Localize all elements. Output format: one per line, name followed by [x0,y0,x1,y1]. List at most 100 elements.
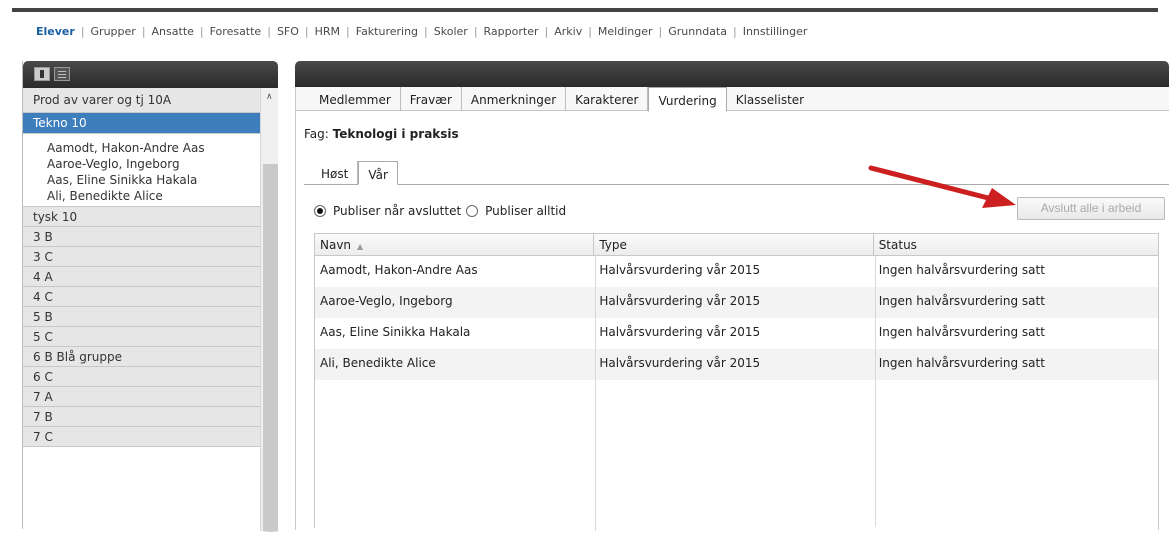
student-item[interactable]: Ali, Benedikte Alice [47,188,260,204]
group-item[interactable]: 4 A [23,267,260,287]
cell-type: Halvårsvurdering vår 2015 [599,356,761,370]
torn-edge-decoration [0,526,1169,539]
nav-separator: | [733,24,737,38]
column-divider [595,256,596,538]
nav-separator: | [267,24,271,38]
group-list: Prod av varer og tj 10A Tekno 10 Aamodt,… [23,88,260,447]
column-header-label: Navn [320,238,352,252]
group-item[interactable]: 7 B [23,407,260,427]
cell-status: Ingen halvårsvurdering satt [878,294,1045,308]
group-item[interactable]: 6 B Blå gruppe [23,347,260,367]
table-header: Navn ▲ Type Status [315,234,1158,256]
nav-separator: | [588,24,592,38]
cell-status: Ingen halvårsvurdering satt [878,356,1045,370]
nav-separator: | [80,24,85,38]
tab-var[interactable]: Vår [358,161,398,185]
column-header-type[interactable]: Type [594,234,874,256]
sort-ascending-icon: ▲ [357,242,364,251]
nav-item-foresatte[interactable]: Foresatte [210,25,262,38]
group-list-scrollbar[interactable]: ∧ [260,88,278,539]
nav-separator: | [304,24,309,38]
cell-status: Ingen halvårsvurdering satt [878,263,1045,277]
nav-item-skoler[interactable]: Skoler [434,25,468,38]
group-panel-header [23,61,278,88]
nav-item-arkiv[interactable]: Arkiv [554,25,582,38]
group-item[interactable]: 5 C [23,327,260,347]
nav-item-fakturering[interactable]: Fakturering [356,25,418,38]
publish-when-finished-radio[interactable] [314,205,326,217]
nav-item-elever[interactable]: Elever [36,25,75,38]
nav-separator: | [424,24,428,38]
tab-klasselister[interactable]: Klasselister [727,87,813,111]
top-bar-line [12,8,1158,12]
publish-always-radio[interactable] [466,205,479,217]
detail-panel-header [295,61,1169,87]
student-item[interactable]: Aamodt, Hakon-Andre Aas [47,140,260,156]
group-item[interactable]: 3 B [23,227,260,247]
nav-separator: | [141,24,146,38]
table-row[interactable]: Aaroe-Veglo, Ingeborg Halvårsvurdering v… [315,287,1158,318]
nav-item-grunndata[interactable]: Grunndata [668,25,727,38]
scrollbar-thumb[interactable] [263,164,278,539]
nav-item-rapporter[interactable]: Rapporter [484,25,539,38]
nav-item-hrm[interactable]: HRM [315,25,340,38]
nav-item-ansatte[interactable]: Ansatte [152,25,194,38]
top-navigation: Elever | Grupper | Ansatte | Foresatte | SFO… [36,22,807,40]
list-view-icon[interactable] [54,67,70,81]
nav-separator: | [544,24,549,38]
group-panel: Prod av varer og tj 10A Tekno 10 Aamodt,… [22,61,278,539]
table-row[interactable]: Ali, Benedikte Alice Halvårsvurdering vå… [315,349,1158,380]
tile-view-icon[interactable] [34,67,50,81]
detail-panel: Medlemmer Fravær Anmerkninger Karakterer… [295,61,1169,539]
cell-name: Aamodt, Hakon-Andre Aas [320,263,478,277]
table-row[interactable]: Aas, Eline Sinikka Hakala Halvårsvurderi… [315,318,1158,349]
tab-karakterer[interactable]: Karakterer [566,87,649,111]
cell-type: Halvårsvurdering vår 2015 [599,294,761,308]
column-header-name[interactable]: Navn ▲ [315,234,595,256]
cell-status: Ingen halvårsvurdering satt [878,325,1045,339]
cell-type: Halvårsvurdering vår 2015 [599,325,761,339]
group-item[interactable]: 5 B [23,307,260,327]
subject-name: Teknologi i praksis [332,127,459,141]
publish-options: Publiser når avsluttet Publiser alltid [314,204,571,218]
group-item[interactable]: 7 A [23,387,260,407]
group-item[interactable]: 3 C [23,247,260,267]
annotation-arrow [868,165,1016,208]
nav-separator: | [346,24,350,38]
cell-name: Aas, Eline Sinikka Hakala [320,325,471,339]
group-item[interactable]: tysk 10 [23,207,260,227]
tab-fravaer[interactable]: Fravær [401,87,462,111]
nav-item-meldinger[interactable]: Meldinger [598,25,653,38]
tab-medlemmer[interactable]: Medlemmer [310,87,401,111]
subject-heading: Fag: Teknologi i praksis [304,127,459,141]
nav-separator: | [199,24,204,38]
finish-all-in-progress-button[interactable]: Avslutt alle i arbeid [1017,197,1165,220]
group-item[interactable]: 4 C [23,287,260,307]
group-item[interactable]: 6 C [23,367,260,387]
publish-when-finished-label: Publiser når avsluttet [333,204,462,218]
subject-prefix: Fag: [304,127,329,141]
column-header-status[interactable]: Status [874,234,1158,256]
term-tab-bar: Høst Vår [304,161,1169,185]
group-item[interactable]: 7 C [23,427,260,447]
table-row[interactable]: Aamodt, Hakon-Andre Aas Halvårsvurdering… [315,256,1158,287]
nav-item-innstillinger[interactable]: Innstillinger [743,25,808,38]
scroll-up-icon[interactable]: ∧ [266,92,273,102]
student-item[interactable]: Aas, Eline Sinikka Hakala [47,172,260,188]
column-divider [875,256,876,538]
publish-always-label: Publiser alltid [485,204,567,218]
cell-name: Aaroe-Veglo, Ingeborg [320,294,453,308]
student-item[interactable]: Aaroe-Veglo, Ingeborg [47,156,260,172]
tab-host[interactable]: Høst [312,161,359,184]
tab-bar: Medlemmer Fravær Anmerkninger Karakterer… [296,87,1169,112]
group-item[interactable]: Prod av varer og tj 10A [23,88,260,113]
nav-item-grupper[interactable]: Grupper [91,25,136,38]
group-item-selected[interactable]: Tekno 10 [23,113,260,134]
assessment-table: Navn ▲ Type Status Aamodt, Hakon-Andre Aa… [314,233,1159,539]
tab-anmerkninger[interactable]: Anmerkninger [462,87,567,111]
nav-separator: | [473,24,478,38]
cell-name: Ali, Benedikte Alice [320,356,436,370]
tab-vurdering[interactable]: Vurdering [648,87,727,112]
nav-item-sfo[interactable]: SFO [277,25,299,38]
nav-separator: | [658,24,663,38]
